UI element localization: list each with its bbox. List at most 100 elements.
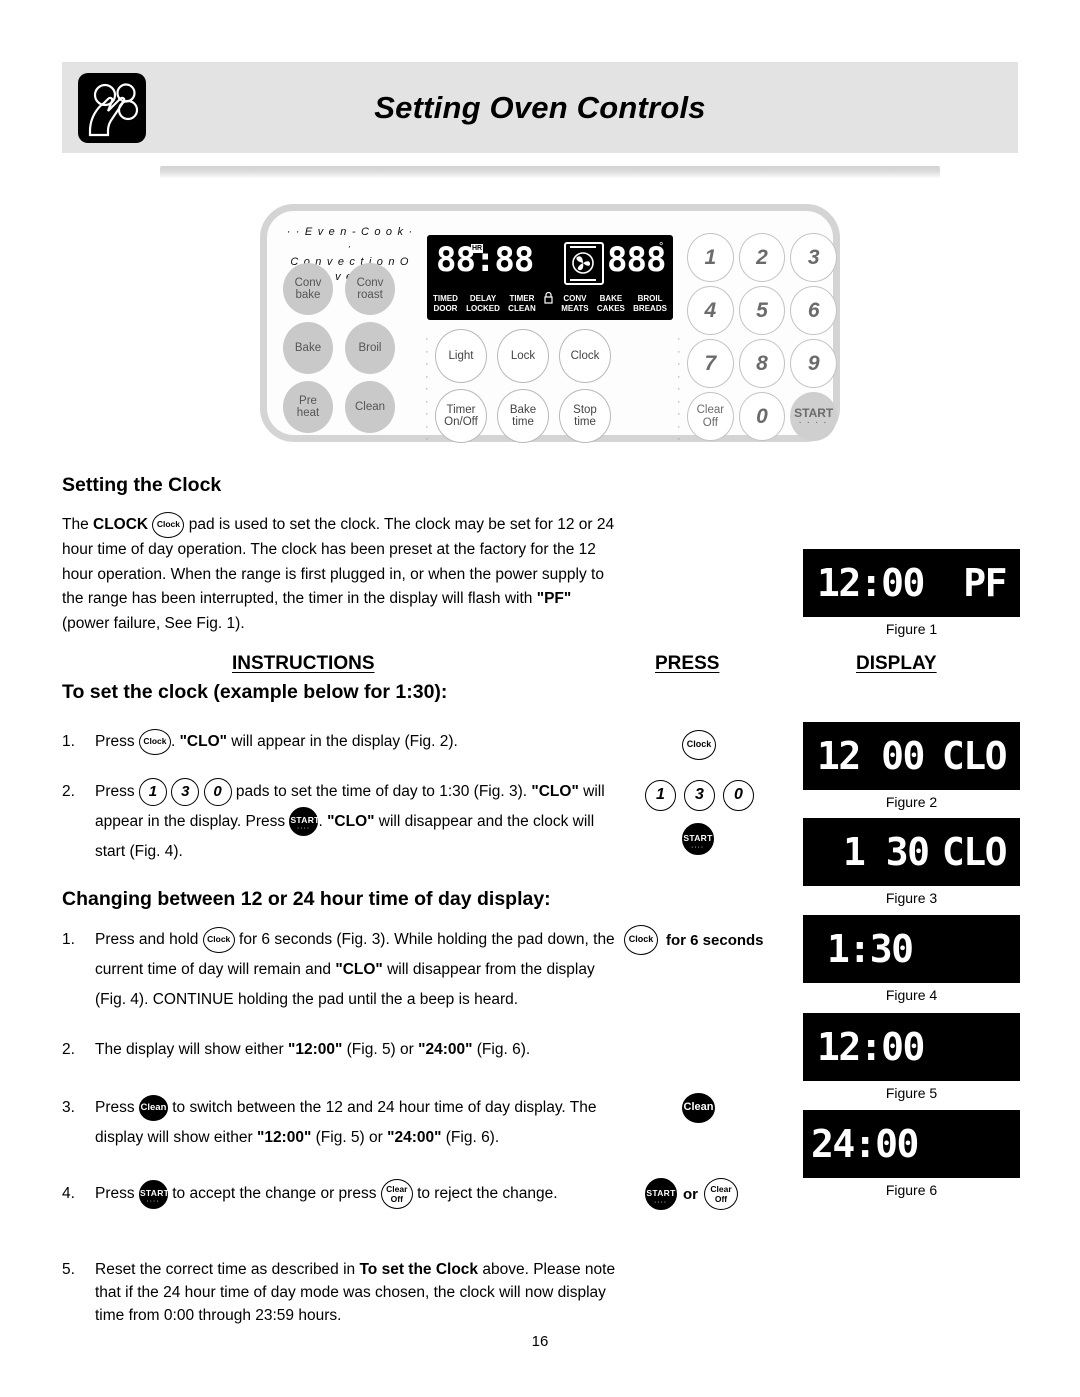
- pad-stop-time[interactable]: Stop time: [559, 389, 611, 443]
- step-text: (Fig. 5) or: [311, 1129, 388, 1146]
- step-change-mode-2: 2. The display will show either "12:00" …: [62, 1035, 622, 1065]
- key-8[interactable]: 8: [738, 339, 786, 388]
- step-number: 1.: [62, 931, 75, 948]
- lcd-temperature-digits: 888: [607, 240, 666, 280]
- start-pad-icon[interactable]: START ····: [682, 823, 714, 855]
- lcd-indicator-broil-breads: BROIL BREADS: [633, 294, 667, 313]
- key-0-icon[interactable]: 0: [723, 780, 754, 811]
- figure-screen: 1:30: [803, 915, 1020, 983]
- figure-right-text: CLO: [941, 830, 1008, 874]
- pad-conv-bake[interactable]: Conv bake: [283, 263, 333, 315]
- step-text: Press: [95, 1185, 139, 1203]
- lcd-time-digits: 88:88: [436, 240, 534, 280]
- figure-right-text: PF: [963, 561, 1007, 605]
- key-0[interactable]: 0: [738, 392, 786, 441]
- key-5[interactable]: 5: [738, 286, 786, 335]
- key-1[interactable]: 1: [687, 233, 734, 282]
- pad-bake-time[interactable]: Bake time: [497, 389, 549, 443]
- figure-screen: 1 30 CLO: [803, 818, 1020, 886]
- press-step-1: Clock: [682, 730, 716, 760]
- step-bold: "CLO": [335, 961, 383, 978]
- intro-pf-bold: "PF": [536, 590, 572, 607]
- step-bold: To set the Clock: [359, 1261, 479, 1278]
- key-1-icon: 1: [138, 777, 167, 806]
- step-change-mode-3: 3. Press Clean to switch between the 12 …: [62, 1093, 622, 1153]
- pad-label: Clean: [354, 400, 386, 413]
- lcd-indicator-row: TIMED DOOR DELAY LOCKED TIMER CLEAN CONV…: [433, 281, 667, 314]
- lcd-hr-flag: HR: [471, 244, 484, 253]
- pad-broil[interactable]: Broil: [345, 322, 395, 374]
- pad-light[interactable]: Light: [435, 329, 487, 383]
- clock-pad-icon[interactable]: Clock: [682, 730, 716, 760]
- start-pad-icon: START ····: [289, 807, 319, 837]
- pad-label: Pre heat: [296, 394, 320, 420]
- pad-conv-roast[interactable]: Conv roast: [345, 263, 395, 315]
- figure-screen: 12:00: [803, 1013, 1020, 1081]
- lcd-indicator-conv-meats: CONV MEATS: [561, 294, 589, 313]
- step-number: 2.: [62, 1041, 75, 1058]
- key-2[interactable]: 2: [738, 233, 786, 282]
- figure-6: 24:00 Figure 6: [803, 1110, 1020, 1198]
- start-pad-icon: START ····: [138, 1179, 169, 1209]
- figure-caption: Figure 4: [885, 987, 938, 1003]
- step-text: (Fig. 5) or: [342, 1041, 419, 1058]
- step-text: to accept the change or press: [167, 1185, 381, 1203]
- figure-left-text: 12:00: [817, 561, 925, 605]
- figure-caption: Figure 5: [885, 1085, 938, 1101]
- intro-text-d: (power failure, See Fig. 1).: [62, 614, 245, 632]
- panel-dot-divider-left: · · · · · · · · ·: [425, 333, 429, 445]
- step-text: pads to set the time of day to 1:30 (Fig…: [231, 783, 532, 800]
- clear-off-pad-icon[interactable]: Clear Off: [704, 1178, 738, 1210]
- figure-left-text: 12:00: [817, 1025, 925, 1069]
- pad-label: Bake: [294, 341, 322, 354]
- key-4[interactable]: 4: [687, 286, 734, 335]
- figure-left-text: 12 00: [817, 734, 925, 778]
- key-clear-off[interactable]: Clear Off: [687, 392, 734, 441]
- key-3[interactable]: 3: [790, 233, 838, 282]
- press-step-2-start: START ····: [682, 823, 714, 855]
- pad-preheat[interactable]: Pre heat: [283, 381, 333, 433]
- key-9[interactable]: 9: [790, 339, 838, 388]
- step-text: (Fig. 6).: [441, 1129, 500, 1146]
- step-text: Press: [95, 733, 139, 750]
- clean-pad-icon: Clean: [138, 1094, 168, 1121]
- key-6[interactable]: 6: [790, 286, 838, 335]
- figure-caption: Figure 6: [885, 1182, 938, 1198]
- figure-caption: Figure 3: [885, 890, 938, 906]
- key-7[interactable]: 7: [687, 339, 734, 388]
- clock-pad-icon[interactable]: Clock: [624, 925, 658, 955]
- panel-lcd-display: 88:88 HR 888 ° TIMED DOOR DELAY LOCKED T…: [427, 235, 673, 320]
- lcd-indicator-delay-locked: DELAY LOCKED: [466, 294, 500, 313]
- step-bold: "CLO": [327, 813, 375, 830]
- pad-label: Clock: [570, 349, 600, 362]
- step-text: The display will show either: [95, 1041, 288, 1058]
- figure-caption: Figure 1: [885, 621, 938, 637]
- step-text: (Fig. 6).: [472, 1041, 531, 1058]
- numeric-keypad: 1 2 3 4 5 6 7 8 9 Clear Off 0 START · · …: [687, 233, 838, 445]
- pad-clock[interactable]: Clock: [559, 329, 611, 383]
- pad-clean[interactable]: Clean: [345, 381, 395, 433]
- key-3-icon[interactable]: 3: [684, 780, 715, 811]
- pad-lock[interactable]: Lock: [497, 329, 549, 383]
- center-pad-group: Light Lock Clock Timer On/Off Bake time …: [435, 329, 675, 449]
- pad-label: Broil: [358, 341, 382, 354]
- pad-bake[interactable]: Bake: [283, 322, 333, 374]
- clean-pad-icon[interactable]: Clean: [682, 1093, 715, 1123]
- key-start[interactable]: START · · · ·: [790, 392, 838, 441]
- figure-left-text: 1:30: [827, 927, 914, 971]
- column-heading-press: PRESS: [655, 653, 720, 674]
- pad-label: Conv roast: [356, 276, 384, 302]
- step-bold: "12:00": [256, 1129, 312, 1146]
- start-pad-icon[interactable]: START ····: [645, 1178, 677, 1210]
- step-change-mode-5: 5. Reset the correct time as described i…: [62, 1258, 622, 1327]
- key-1-icon[interactable]: 1: [645, 780, 676, 811]
- left-pad-group: Conv bake Conv roast Bake Broil Pre heat…: [283, 263, 417, 440]
- pad-timer-onoff[interactable]: Timer On/Off: [435, 389, 487, 443]
- subheading-to-set-the-clock: To set the clock (example below for 1:30…: [62, 681, 448, 703]
- hold-duration-label: for 6 seconds: [666, 931, 764, 949]
- pad-label: Bake time: [509, 403, 537, 429]
- key-3-icon: 3: [171, 777, 200, 806]
- key-0-icon: 0: [203, 777, 232, 806]
- figure-1: 12:00 PF Figure 1: [803, 549, 1020, 637]
- step-number: 4.: [62, 1185, 75, 1202]
